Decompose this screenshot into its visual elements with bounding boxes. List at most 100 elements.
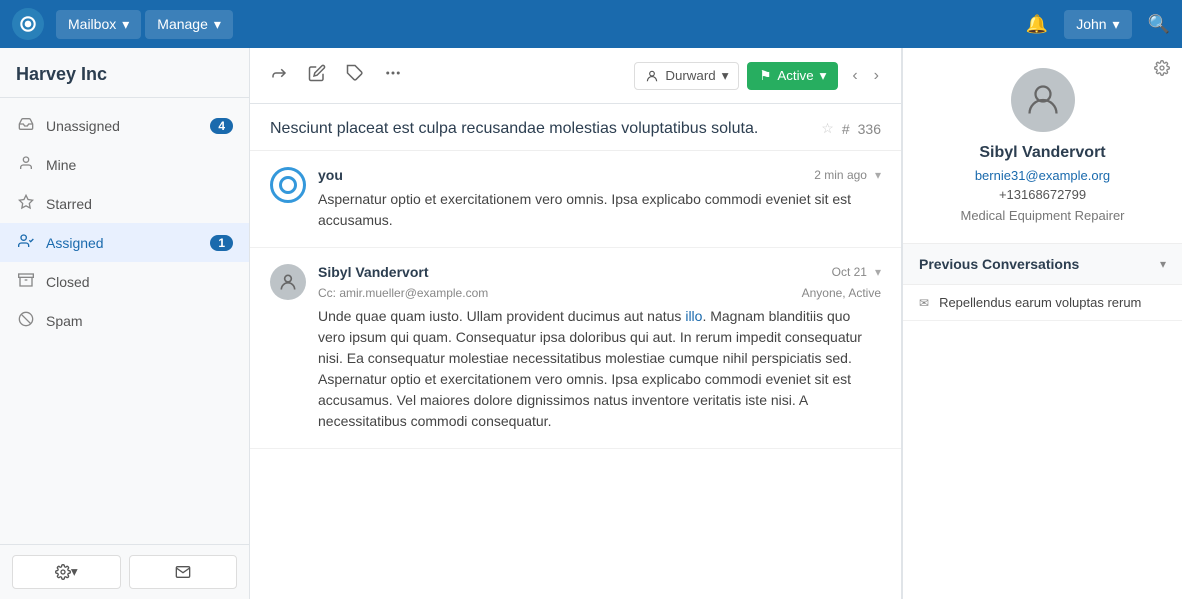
message-meta: 2 min ago ▾ — [814, 168, 881, 182]
user-label: John — [1076, 16, 1106, 32]
prev-item-text: Repellendus earum voluptas rerum — [939, 295, 1141, 310]
cc-email: amir.mueller@example.com — [339, 286, 488, 300]
sidebar-nav: Unassigned 4 Mine Starred Assigned — [0, 98, 249, 544]
compose-button[interactable] — [129, 555, 238, 589]
mailbox-dropdown-icon: ▾ — [122, 16, 129, 33]
panel-settings-button[interactable] — [1154, 60, 1170, 79]
status-button[interactable]: ⚑ Active ▾ — [747, 62, 838, 90]
user-icon — [16, 155, 36, 174]
assignee-button[interactable]: Durward ▾ — [634, 62, 739, 90]
settings-button[interactable]: ▾ — [12, 555, 121, 589]
sidebar-item-assigned[interactable]: Assigned 1 — [0, 223, 249, 262]
search-icon[interactable]: 🔍 — [1148, 14, 1170, 35]
forward-button[interactable] — [266, 60, 292, 91]
mailbox-button[interactable]: Mailbox ▾ — [56, 10, 141, 39]
assignee-dropdown-icon: ▾ — [722, 68, 729, 84]
prev-conversations-header[interactable]: Previous Conversations ▾ — [903, 244, 1182, 285]
message-sender: Sibyl Vandervort — [318, 264, 428, 280]
message-meta: Oct 21 ▾ — [832, 265, 881, 279]
contact-title: Medical Equipment Repairer — [960, 208, 1124, 223]
message-item: you 2 min ago ▾ Aspernatur optio et exer… — [250, 151, 901, 248]
message-content: Sibyl Vandervort Oct 21 ▾ Cc: amir.muell… — [318, 264, 881, 432]
message-expand-icon[interactable]: ▾ — [875, 168, 881, 182]
status-dropdown-icon: ▾ — [820, 68, 827, 84]
message-body: Unde quae quam iusto. Ullam provident du… — [318, 306, 881, 432]
sidebar-item-closed[interactable]: Closed — [0, 262, 249, 301]
toolbar-right: Durward ▾ ⚑ Active ▾ ‹ › — [634, 62, 885, 90]
chevron-down-icon: ▾ — [1160, 257, 1166, 271]
manage-dropdown-icon: ▾ — [214, 16, 221, 33]
inline-link[interactable]: illo — [685, 308, 702, 324]
next-conversation-button[interactable]: › — [868, 63, 885, 89]
mailbox-label: Mailbox — [68, 16, 116, 32]
messages-container: you 2 min ago ▾ Aspernatur optio et exer… — [250, 151, 901, 599]
conversation-subject: Nesciunt placeat est culpa recusandae mo… — [250, 104, 901, 151]
topnav: Mailbox ▾ Manage ▾ 🔔 John ▾ 🔍 — [0, 0, 1182, 48]
email-icon: ✉ — [919, 296, 929, 310]
more-button[interactable] — [380, 60, 406, 91]
manage-label: Manage — [157, 16, 208, 32]
contact-name: Sibyl Vandervort — [979, 144, 1105, 162]
message-content: you 2 min ago ▾ Aspernatur optio et exer… — [318, 167, 881, 231]
flag-icon: ⚑ — [759, 68, 771, 84]
sidebar: Harvey Inc Unassigned 4 Mine Starred — [0, 48, 250, 599]
assigned-badge: 1 — [210, 235, 233, 251]
sidebar-item-unassigned[interactable]: Unassigned 4 — [0, 106, 249, 145]
conversation-area: Durward ▾ ⚑ Active ▾ ‹ › Nesciunt placea… — [250, 48, 902, 599]
subject-meta: ☆ # 336 — [821, 120, 881, 137]
org-name: Harvey Inc — [0, 48, 249, 98]
user-menu-button[interactable]: John ▾ — [1064, 10, 1131, 39]
right-panel: Sibyl Vandervort bernie31@example.org +1… — [902, 48, 1182, 599]
prev-conversations-title: Previous Conversations — [919, 256, 1079, 272]
prev-conversation-button[interactable]: ‹ — [846, 63, 863, 89]
main-layout: Harvey Inc Unassigned 4 Mine Starred — [0, 48, 1182, 599]
nav-arrows: ‹ › — [846, 63, 885, 89]
sidebar-item-mine[interactable]: Mine — [0, 145, 249, 184]
assignee-label: Durward — [665, 68, 715, 83]
manage-button[interactable]: Manage ▾ — [145, 10, 233, 39]
archive-icon — [16, 272, 36, 291]
hash-symbol: # — [842, 121, 850, 137]
sidebar-item-spam[interactable]: Spam — [0, 301, 249, 340]
sidebar-spam-label: Spam — [46, 313, 233, 329]
inbox-icon — [16, 116, 36, 135]
ban-icon — [16, 311, 36, 330]
previous-conversations: Previous Conversations ▾ ✉ Repellendus e… — [903, 244, 1182, 321]
contact-email[interactable]: bernie31@example.org — [975, 168, 1110, 183]
user-check-icon — [16, 233, 36, 252]
notification-icon[interactable]: 🔔 — [1026, 14, 1048, 35]
sidebar-starred-label: Starred — [46, 196, 233, 212]
edit-button[interactable] — [304, 60, 330, 91]
contact-avatar — [1011, 68, 1075, 132]
message-item: Sibyl Vandervort Oct 21 ▾ Cc: amir.muell… — [250, 248, 901, 449]
settings-dropdown-icon: ▾ — [71, 564, 78, 580]
message-avatar-system — [270, 167, 306, 203]
sidebar-unassigned-label: Unassigned — [46, 118, 210, 134]
prev-conversation-item[interactable]: ✉ Repellendus earum voluptas rerum — [903, 285, 1182, 321]
toolbar-actions — [266, 60, 406, 91]
unassigned-badge: 4 — [210, 118, 233, 134]
tag-button[interactable] — [342, 60, 368, 91]
star-icon — [16, 194, 36, 213]
user-dropdown-icon: ▾ — [1113, 16, 1120, 33]
message-expand-icon[interactable]: ▾ — [875, 265, 881, 279]
topnav-right: 🔔 John ▾ 🔍 — [1026, 10, 1170, 39]
star-toggle[interactable]: ☆ — [821, 120, 834, 137]
sidebar-assigned-label: Assigned — [46, 235, 210, 251]
message-header: you 2 min ago ▾ — [318, 167, 881, 183]
message-timestamp: 2 min ago — [814, 168, 867, 182]
anyone-active: Anyone, Active — [802, 286, 881, 300]
subject-text: Nesciunt placeat est culpa recusandae mo… — [270, 120, 805, 138]
sidebar-footer: ▾ — [0, 544, 249, 599]
message-avatar-user — [270, 264, 306, 300]
status-label: Active — [777, 68, 813, 83]
message-body: Aspernatur optio et exercitationem vero … — [318, 189, 881, 231]
sidebar-closed-label: Closed — [46, 274, 233, 290]
message-timestamp: Oct 21 — [832, 265, 867, 279]
conversation-toolbar: Durward ▾ ⚑ Active ▾ ‹ › — [250, 48, 901, 104]
topnav-left: Mailbox ▾ Manage ▾ — [12, 8, 233, 40]
contact-section: Sibyl Vandervort bernie31@example.org +1… — [903, 48, 1182, 244]
message-sender: you — [318, 167, 343, 183]
contact-phone: +13168672799 — [999, 187, 1086, 202]
sidebar-item-starred[interactable]: Starred — [0, 184, 249, 223]
